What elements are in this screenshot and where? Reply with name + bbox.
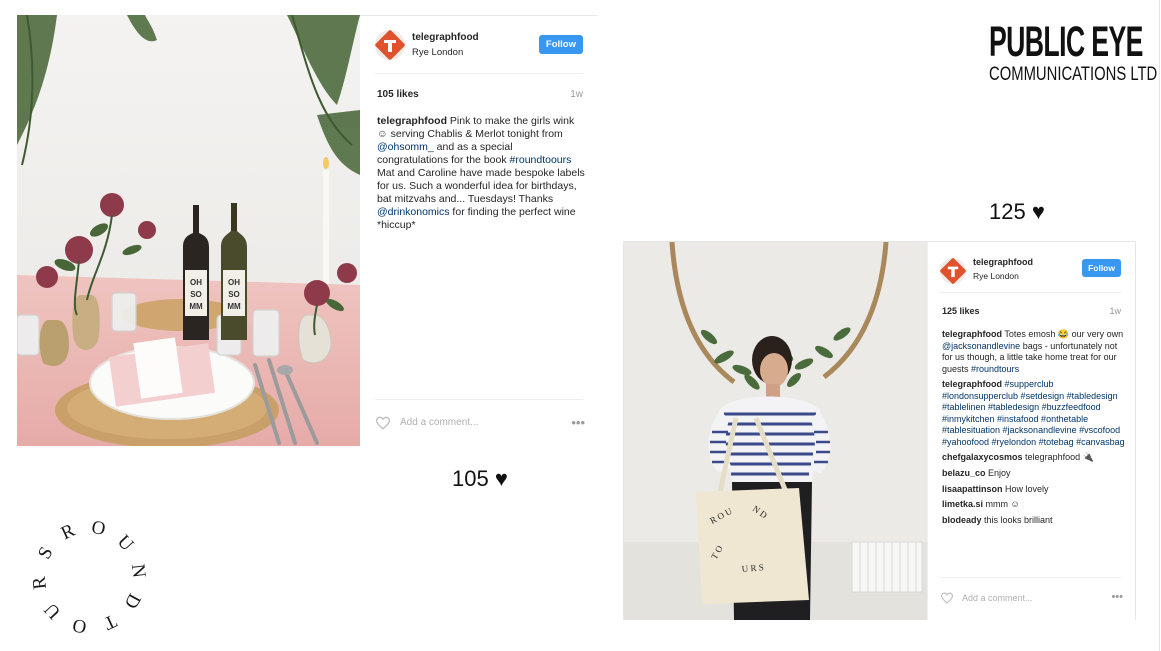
post2-age: 1w (1109, 306, 1121, 316)
slide-border-right (1159, 0, 1160, 651)
logo-communications-text: COMMUNICATIONS LTD (989, 64, 1158, 85)
post1-avatar[interactable] (375, 30, 405, 60)
post1-hashtag-roundtoours[interactable]: #roundtoours (510, 154, 572, 166)
telegraph-logo-icon (375, 30, 405, 60)
post2-card: R O U N D T O U R S telegraphfood Rye Lo… (623, 241, 1136, 620)
round-tours-letter: U (113, 531, 138, 556)
public-eye-logo: PUBLIC EYE COMMUNICATIONS LTD (989, 18, 1158, 85)
post2-more-options-icon[interactable]: ••• (1111, 591, 1123, 603)
post2-comments: telegraphfood Totes emosh 😂 our very own… (942, 329, 1125, 531)
round-tours-letter: R (58, 520, 79, 545)
comment-username[interactable]: lisaapattinson (942, 484, 1003, 494)
post1-likes[interactable]: 105 likes (377, 89, 419, 100)
comment-username[interactable]: limetka.si (942, 499, 983, 509)
post1-age: 1w (570, 89, 583, 100)
round-tours-logo: R OUNDTOURS (29, 517, 150, 637)
post2-username[interactable]: telegraphfood (973, 257, 1033, 267)
round-tours-letter: O (90, 517, 107, 540)
post2-hashtag-roundtours[interactable]: #roundtours (971, 364, 1019, 374)
comment-item: chefgalaxycosmos telegraphfood 🔌 (942, 452, 1125, 464)
comment-text: telegraphfood 🔌 (1022, 452, 1094, 463)
post1-photo[interactable]: OH SO MM OH SO MM (17, 15, 360, 446)
bottle2-label-line3: MM (227, 302, 241, 311)
post2-hashtag-username[interactable]: telegraphfood (942, 379, 1002, 389)
post1-mention-drinkonomics[interactable]: @drinkonomics (377, 206, 450, 218)
round-tours-letter: S (34, 543, 57, 562)
bottle2-label-line2: SO (228, 290, 240, 299)
bottle1-label-line3: MM (189, 302, 203, 311)
post1-like-count-label: 105 ♥ (452, 466, 508, 491)
heart-outline-icon[interactable] (375, 416, 391, 430)
post2-likes[interactable]: 125 likes (942, 306, 980, 316)
post1-divider-top (375, 73, 583, 74)
round-tours-letter: O (71, 614, 88, 637)
comment-text: mmm ☺ (983, 499, 1020, 510)
post2-add-comment-input[interactable]: Add a comment... (962, 593, 1033, 603)
post1-divider-bottom (375, 399, 583, 400)
post2-divider-top (940, 292, 1121, 293)
post1-caption-text-3: Mat and Caroline have made bespoke label… (377, 167, 585, 205)
round-tours-letter: T (100, 610, 120, 634)
post2-mention-jacksonandlevine[interactable]: @jacksonandlevine (942, 341, 1020, 351)
post2-hashtags[interactable]: #supperclub #londonsupperclub #setdesign… (942, 379, 1125, 447)
comment-item: lisaapattinson How lovely (942, 484, 1125, 496)
post2-follow-button[interactable]: Follow (1082, 259, 1121, 277)
post2-like-count-label: 125 ♥ (989, 199, 1045, 224)
round-tours-letter: U (40, 598, 65, 623)
comment-username[interactable]: blodeady (942, 515, 982, 525)
post2-hashtag-comment: telegraphfood #supperclub #londonsupperc… (942, 379, 1125, 448)
post2-avatar[interactable] (940, 258, 966, 284)
comment-item: limetka.si mmm ☺ (942, 499, 1125, 511)
post1-follow-button[interactable]: Follow (538, 35, 583, 54)
round-tours-letter: R (29, 575, 51, 590)
heart-outline-icon[interactable] (940, 592, 954, 604)
post1-username[interactable]: telegraphfood (412, 32, 479, 43)
post2-comment-row: Add a comment... ••• (940, 590, 1123, 610)
comment-text: How lovely (1002, 483, 1049, 494)
logo-public-eye-text: PUBLIC EYE (989, 18, 1143, 66)
post1-mention-ohsomm[interactable]: @ohsomm_ (377, 141, 434, 153)
comment-item: blodeady this looks brilliant (942, 515, 1125, 527)
comment-username[interactable]: chefgalaxycosmos (942, 452, 1023, 462)
svg-text:U R S: U R S (741, 562, 764, 574)
post2-location[interactable]: Rye London (973, 271, 1019, 281)
post1-more-options-icon[interactable]: ••• (571, 415, 585, 430)
comment-username[interactable]: belazu_co (942, 468, 986, 478)
bottle2-label-line1: OH (228, 278, 240, 287)
comment-item: belazu_co Enjoy (942, 468, 1125, 480)
post2-photo[interactable]: R O U N D T O U R S (624, 242, 927, 620)
bottle1-label-line2: SO (190, 290, 202, 299)
comment-text: this looks brilliant (981, 515, 1053, 526)
round-tours-letter: N (127, 563, 150, 579)
post2-caption-username[interactable]: telegraphfood (942, 329, 1002, 339)
post2-sidebar: telegraphfood Rye London Follow 125 like… (927, 242, 1135, 620)
bottle1-label-line1: OH (190, 278, 202, 287)
round-tours-letter: D (120, 590, 145, 612)
dinner-table-image: OH SO MM OH SO MM (17, 15, 360, 446)
telegraph-logo-icon (940, 258, 966, 284)
post1-comment-row: Add a comment... ••• (375, 414, 585, 434)
post1-caption-username[interactable]: telegraphfood (377, 115, 447, 127)
post1-caption: telegraphfood Pink to make the girls win… (377, 115, 585, 232)
post1-header: telegraphfood Rye London Follow (375, 30, 583, 62)
post2-caption-text-1: Totes emosh 😂 our very own (1002, 329, 1124, 339)
comment-text: Enjoy (985, 468, 1011, 479)
post2-divider-bottom (940, 577, 1121, 578)
post2-caption: telegraphfood Totes emosh 😂 our very own… (942, 329, 1125, 375)
post2-header: telegraphfood Rye London Follow (940, 256, 1121, 288)
post1-add-comment-input[interactable]: Add a comment... (400, 417, 478, 428)
post1-sidebar: telegraphfood Rye London Follow 105 like… (361, 15, 597, 446)
tote-bag-image: R O U N D T O U R S (624, 242, 927, 620)
post1-location[interactable]: Rye London (412, 47, 463, 58)
